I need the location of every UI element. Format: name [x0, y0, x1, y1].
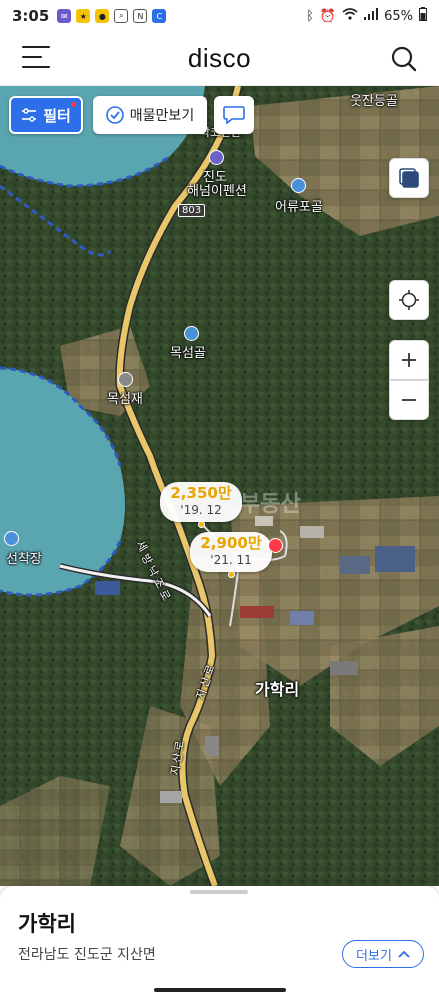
- zoom-in-icon: [402, 353, 416, 367]
- location-address: 전라남도 진도군 지산면: [18, 947, 156, 963]
- location-title: 가학리: [18, 912, 76, 936]
- price-date: '21. 11: [210, 553, 252, 567]
- zoom-out-icon: [402, 399, 416, 401]
- road-number-badge: 803: [178, 204, 206, 217]
- signal-icon: [364, 8, 379, 24]
- price-date: '19. 12: [180, 503, 222, 517]
- zoom-out-button[interactable]: [389, 380, 429, 420]
- battery-percent: 65%: [384, 8, 413, 24]
- battery-icon: [419, 7, 427, 25]
- pass-icon[interactable]: [118, 372, 133, 387]
- layers-button[interactable]: [389, 158, 429, 198]
- more-label: 더보기: [356, 948, 392, 964]
- listing-toggle-label: 매물만보기: [129, 108, 195, 124]
- menu-icon-line: [22, 56, 42, 58]
- marker-pin: [198, 521, 205, 528]
- zoom-in-button[interactable]: [389, 340, 429, 380]
- locate-icon: [399, 290, 419, 310]
- status-right: ᛒ ⏰ 65%: [306, 7, 427, 25]
- layers-icon: [399, 168, 419, 188]
- mountain-icon[interactable]: [184, 326, 199, 341]
- search-button[interactable]: [389, 44, 419, 74]
- place-label: 선착장: [6, 552, 42, 567]
- selected-location-pin[interactable]: [268, 538, 283, 553]
- listing-only-toggle[interactable]: 매물만보기: [93, 96, 207, 134]
- chat-button[interactable]: [214, 96, 254, 134]
- location-bottom-sheet[interactable]: 가학리 전라남도 진도군 지산면 더보기: [0, 886, 439, 1000]
- status-time: 3:05: [12, 7, 50, 25]
- sheet-handle[interactable]: [190, 890, 248, 894]
- map-watermark: 부동산: [240, 492, 301, 517]
- village-label: 가학리: [255, 680, 300, 699]
- app-notification-icon: N: [133, 9, 148, 23]
- mountain-icon[interactable]: [291, 178, 306, 193]
- marker-pin: [228, 571, 235, 578]
- filter-label: 필터: [43, 106, 71, 125]
- current-location-button[interactable]: [389, 280, 429, 320]
- app-notification-icon: C: [152, 9, 167, 23]
- menu-icon: [22, 46, 50, 48]
- wifi-icon: [342, 8, 358, 24]
- status-bar: 3:05 ✉ ★ ● ⌕ N C ᛒ ⏰ 65%: [0, 0, 439, 32]
- chat-bubble-icon: [223, 106, 245, 125]
- price-value: 2,350만: [170, 484, 232, 502]
- filter-active-dot: [71, 102, 76, 107]
- filter-button[interactable]: 필터: [9, 96, 83, 134]
- place-label: 웃잔등골: [350, 94, 398, 109]
- app-notification-icon: ★: [76, 9, 91, 23]
- app-notification-icon: ✉: [57, 9, 72, 23]
- app-header: disco: [0, 32, 439, 86]
- map-view[interactable]: 웃잔등골 닥코펜션 진도 해넘이펜션 어류포골 803 목섬골 목섬재 선착장 …: [0, 86, 439, 886]
- menu-icon-line: [22, 66, 50, 68]
- price-value: 2,900만: [200, 534, 262, 552]
- price-marker[interactable]: 2,350만 '19. 12: [160, 482, 242, 528]
- check-circle-icon: [105, 106, 124, 124]
- filter-icon: [22, 108, 37, 122]
- chevron-up-icon: [398, 950, 410, 958]
- more-button[interactable]: 더보기: [342, 940, 424, 968]
- app-notification-icon: ●: [95, 9, 110, 23]
- search-notification-icon: ⌕: [114, 9, 129, 23]
- home-indicator[interactable]: [154, 988, 286, 992]
- pension-icon[interactable]: [209, 150, 224, 165]
- app-title: disco: [187, 43, 252, 73]
- bluetooth-icon: ᛒ: [306, 8, 314, 24]
- place-label: 어류포골: [275, 200, 323, 215]
- place-label: 해넘이펜션: [187, 184, 247, 199]
- ferry-icon[interactable]: [4, 531, 19, 546]
- place-label: 목섬골: [170, 346, 206, 361]
- place-label: 목섬재: [107, 392, 143, 407]
- notification-icons: ✉ ★ ● ⌕ N C: [57, 9, 167, 23]
- price-marker[interactable]: 2,900만 '21. 11: [190, 532, 272, 578]
- alarm-icon: ⏰: [319, 8, 337, 24]
- search-icon: [391, 46, 417, 72]
- menu-button[interactable]: [22, 46, 50, 72]
